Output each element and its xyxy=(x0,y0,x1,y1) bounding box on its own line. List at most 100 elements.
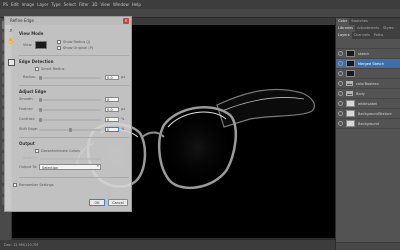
layer-thumbnail xyxy=(346,70,355,77)
tab-layers[interactable]: Layers xyxy=(336,32,352,39)
menu-item-9[interactable]: Window xyxy=(113,2,129,7)
adjust-field-unit: % xyxy=(121,117,125,121)
layer-name: BackgroundTexture xyxy=(358,111,392,116)
adjust-field-input[interactable]: 0 xyxy=(105,117,119,122)
output-heading: Output xyxy=(19,141,35,146)
smart-radius-label: Smart Radius xyxy=(41,67,65,71)
right-panels: Color Swatches Libraries Adjustments Sty… xyxy=(335,18,400,250)
remember-settings-checkbox[interactable] xyxy=(13,183,17,187)
layer-row[interactable] xyxy=(336,69,400,79)
tab-libraries[interactable]: Libraries xyxy=(336,25,356,32)
zoom-icon[interactable]: ⌕ xyxy=(7,27,15,35)
view-label: View: xyxy=(23,43,33,47)
menu-item-2[interactable]: Image xyxy=(22,2,35,7)
radius-slider-knob[interactable] xyxy=(39,76,42,80)
radius-label: Radius: xyxy=(23,75,36,79)
color-panel-tabs: Color Swatches xyxy=(336,18,400,25)
layer-name: Body xyxy=(356,91,365,96)
amount-slider[interactable] xyxy=(39,158,101,160)
refine-radius-tool-icon[interactable] xyxy=(8,59,15,66)
folder-icon xyxy=(346,81,353,86)
slider-knob[interactable] xyxy=(68,128,72,132)
remember-settings-label: Remember Settings xyxy=(19,183,54,187)
dialog-title: Refine Edge xyxy=(5,17,131,25)
menu-item-7[interactable]: 3D xyxy=(92,2,98,7)
visibility-eye-icon[interactable] xyxy=(338,121,343,126)
adjust-field-input[interactable]: 0 xyxy=(105,97,119,102)
dialog-tools: ⌕ ✋ xyxy=(7,27,17,49)
visibility-eye-icon[interactable] xyxy=(338,71,343,76)
adjust-field-slider[interactable] xyxy=(39,128,101,132)
hand-icon[interactable]: ✋ xyxy=(7,38,15,46)
edge-detection-heading: Edge Detection xyxy=(19,59,54,64)
layer-row[interactable]: Body xyxy=(336,89,400,99)
layers-panel-tabs: Layers Channels Paths xyxy=(336,32,400,39)
tab-swatches[interactable]: Swatches xyxy=(349,18,370,25)
layer-row[interactable]: Merged Sketch xyxy=(336,59,400,69)
adjust-field-label: Shift Edge: xyxy=(19,127,39,131)
adjust-field-unit: px xyxy=(121,107,126,111)
visibility-eye-icon[interactable] xyxy=(338,111,343,116)
visibility-eye-icon[interactable] xyxy=(338,51,343,56)
layer-row[interactable]: colorBoolean xyxy=(336,79,400,89)
visibility-eye-icon[interactable] xyxy=(338,81,343,86)
slider-knob[interactable] xyxy=(39,108,42,112)
layer-controls xyxy=(336,39,400,49)
show-original-label: Show Original (P) xyxy=(63,46,94,50)
menu-item-8[interactable]: View xyxy=(100,2,110,7)
adjust-field-input[interactable]: 0 xyxy=(105,127,119,132)
menu-item-1[interactable]: Edit xyxy=(11,2,19,7)
adjust-field-label: Contrast: xyxy=(19,117,36,121)
layer-row[interactable]: Background xyxy=(336,119,400,129)
smart-radius-checkbox[interactable] xyxy=(35,67,39,71)
menu-item-0[interactable]: PS xyxy=(3,2,8,7)
adjust-field-unit: % xyxy=(121,127,125,131)
radius-slider[interactable] xyxy=(39,76,101,80)
layer-row[interactable]: whiteLabel xyxy=(336,99,400,109)
output-to-label: Output To: xyxy=(19,165,38,169)
radius-input[interactable]: 0.0 xyxy=(105,75,119,80)
tab-paths[interactable]: Paths xyxy=(372,32,386,39)
menu-item-5[interactable]: Select xyxy=(64,2,76,7)
layer-row[interactable]: sketch xyxy=(336,49,400,59)
cancel-button[interactable]: Cancel xyxy=(108,199,128,206)
tab-styles[interactable]: Styles xyxy=(381,25,396,32)
menu-item-6[interactable]: Filter xyxy=(79,2,89,7)
tab-adjustments[interactable]: Adjustments xyxy=(355,25,381,32)
tab-color[interactable]: Color xyxy=(336,18,350,25)
menu-item-3[interactable]: Layer xyxy=(37,2,48,7)
chevron-down-icon: ▾ xyxy=(97,164,99,168)
adjust-edge-heading: Adjust Edge xyxy=(19,89,47,94)
visibility-eye-icon[interactable] xyxy=(338,101,343,106)
layer-name: colorBoolean xyxy=(356,81,379,86)
layer-name: sketch xyxy=(358,51,370,56)
show-original-checkbox[interactable] xyxy=(57,46,61,50)
adjust-field-slider[interactable] xyxy=(39,118,101,122)
decontaminate-checkbox[interactable] xyxy=(35,149,39,153)
view-mode-swatch[interactable] xyxy=(35,41,47,49)
decontaminate-label: Decontaminate Colors xyxy=(41,149,80,153)
divider xyxy=(19,177,129,178)
slider-knob[interactable] xyxy=(39,118,42,122)
layer-row[interactable]: BackgroundTexture xyxy=(336,109,400,119)
menu-item-10[interactable]: Help xyxy=(132,2,141,7)
output-to-select[interactable]: Selection xyxy=(39,164,101,170)
menu-item-4[interactable]: Type xyxy=(51,2,60,7)
show-radius-label: Show Radius (J) xyxy=(63,40,91,44)
layer-thumbnail xyxy=(346,50,355,57)
show-radius-checkbox[interactable] xyxy=(57,40,61,44)
status-bar: Doc: 12.9M/110.7M xyxy=(0,240,335,250)
ok-button[interactable]: OK xyxy=(89,199,105,206)
tab-channels[interactable]: Channels xyxy=(352,32,372,39)
adjust-field-slider[interactable] xyxy=(39,108,101,112)
adjust-field-slider[interactable] xyxy=(39,98,101,102)
slider-knob[interactable] xyxy=(39,98,42,102)
amount-label: Amount: xyxy=(23,156,38,160)
divider xyxy=(19,137,129,138)
divider xyxy=(19,85,129,86)
close-icon[interactable]: × xyxy=(123,18,129,24)
adjust-field-input[interactable]: 0.0 xyxy=(105,107,119,112)
visibility-eye-icon[interactable] xyxy=(338,91,343,96)
visibility-eye-icon[interactable] xyxy=(338,61,343,66)
library-panel-tabs: Libraries Adjustments Styles xyxy=(336,25,400,32)
